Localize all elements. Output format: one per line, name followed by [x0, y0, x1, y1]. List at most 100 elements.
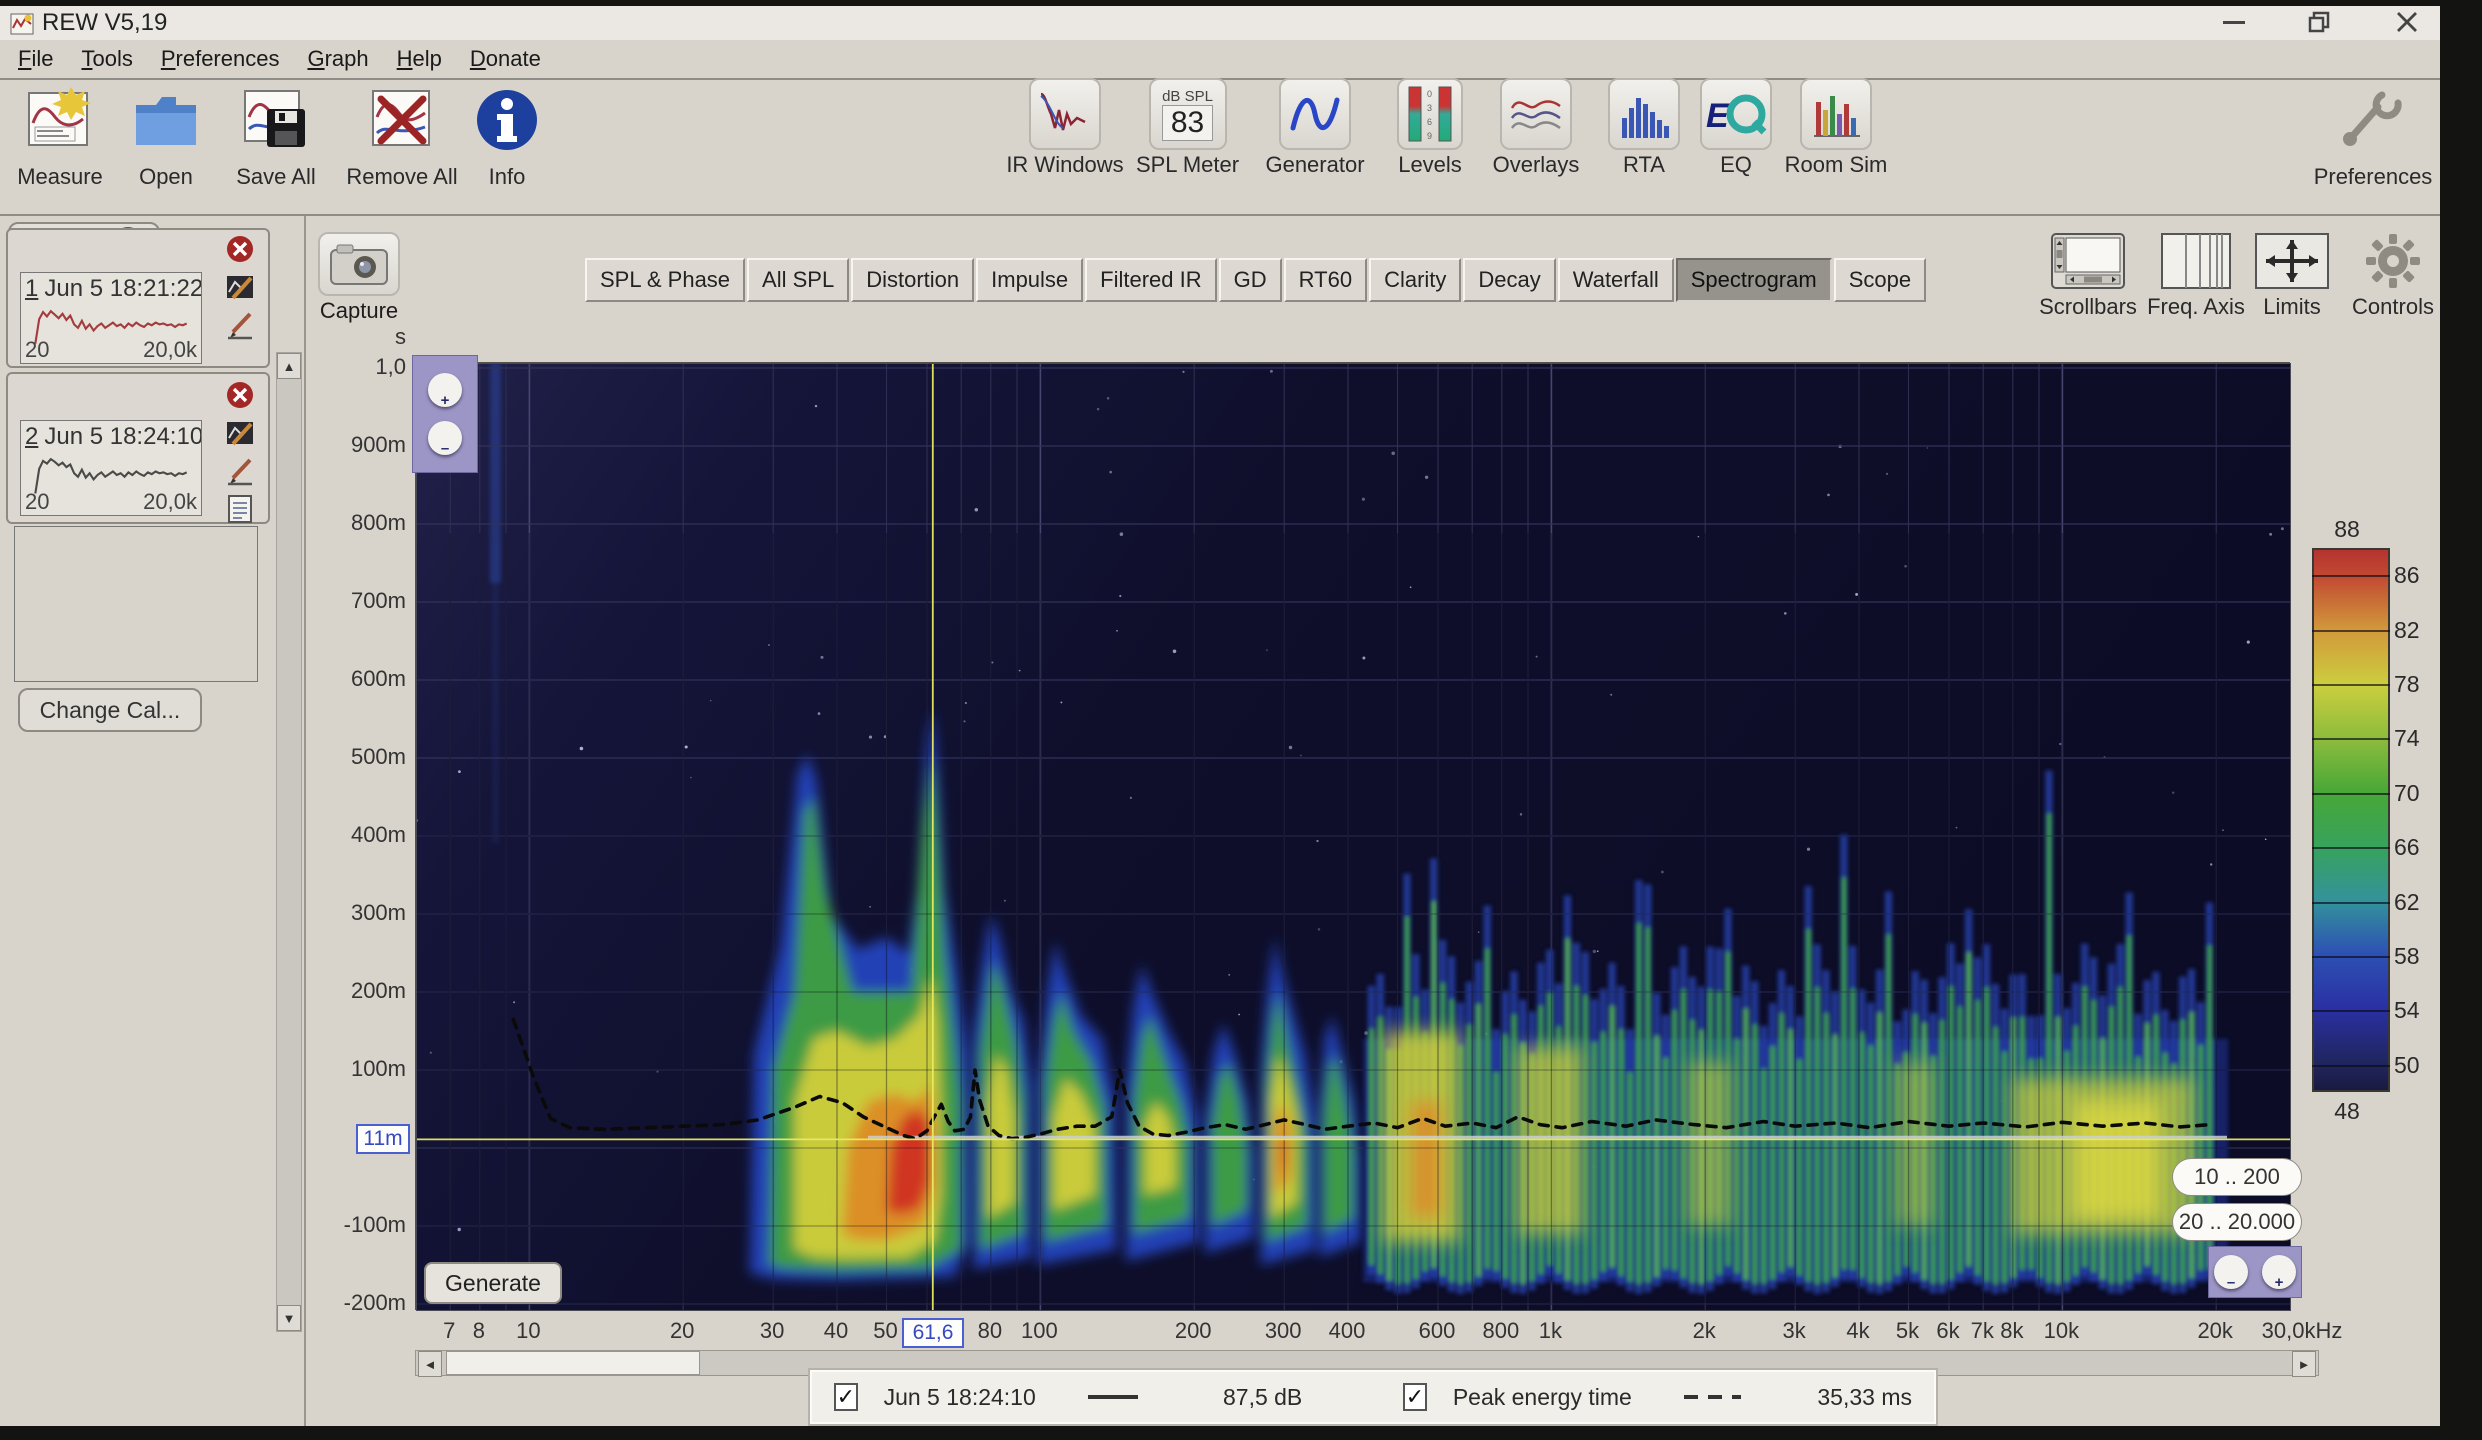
notes-icon[interactable] [225, 494, 255, 524]
x-tick-label: 3k [1783, 1318, 1806, 1344]
generator-button[interactable]: Generator [1255, 78, 1375, 212]
colorbar-tick-label: 78 [2394, 671, 2420, 698]
colorbar-tick-line [2312, 738, 2390, 740]
scroll-right-icon[interactable]: ► [2292, 1351, 2316, 1377]
y-axis-unit: s [330, 324, 406, 350]
tab-impulse[interactable]: Impulse [976, 258, 1083, 302]
spectrogram-plot[interactable] [415, 362, 2290, 1310]
app-window: REW V5,19 FileToolsPreferencesGraphHelpD… [0, 6, 2440, 1426]
wrench-icon [2334, 78, 2412, 162]
tab-clarity[interactable]: Clarity [1369, 258, 1461, 302]
freq-range-button[interactable]: 20 .. 20.000 [2172, 1203, 2302, 1241]
save-all-button[interactable]: Save All [224, 78, 328, 212]
menu-donate[interactable]: Donate [456, 42, 555, 76]
tab-rt60[interactable]: RT60 [1284, 258, 1367, 302]
menu-graph[interactable]: Graph [293, 42, 382, 76]
pencil-icon[interactable] [225, 310, 255, 340]
edit-graph-icon[interactable] [225, 272, 255, 302]
tab-all-spl[interactable]: All SPL [747, 258, 849, 302]
tab-decay[interactable]: Decay [1463, 258, 1555, 302]
room-sim-button[interactable]: Room Sim [1784, 78, 1888, 212]
colorbar-tick-line [2312, 684, 2390, 686]
colorbar-tick-label: 66 [2394, 834, 2420, 861]
scrollbars-button[interactable]: Scrollbars [2040, 232, 2136, 320]
pencil-icon[interactable] [225, 456, 255, 486]
x-tick-label: 400 [1329, 1318, 1366, 1344]
y-zoom-panel: + – [412, 355, 478, 473]
freq-cursor-readout[interactable]: 61,6 [902, 1318, 964, 1348]
save-icon [237, 78, 315, 162]
ir-windows-button[interactable]: IR Windows [1002, 78, 1128, 212]
edit-graph-icon[interactable] [225, 418, 255, 448]
y-tick-label: 500m [330, 744, 406, 770]
freq-axis-button[interactable]: Freq. Axis [2146, 232, 2246, 320]
preferences-button[interactable]: Preferences [2310, 78, 2436, 212]
graph-tabs: SPL & PhaseAll SPLDistortionImpulseFilte… [585, 258, 1928, 302]
generator-icon [1279, 78, 1351, 150]
generate-button[interactable]: Generate [424, 1262, 562, 1304]
tab-filtered-ir[interactable]: Filtered IR [1085, 258, 1216, 302]
zoom-out-button[interactable]: – [428, 421, 462, 455]
tab-waterfall[interactable]: Waterfall [1558, 258, 1674, 302]
restore-button[interactable] [2290, 6, 2348, 38]
zoom-in-button[interactable]: + [428, 373, 462, 407]
scroll-down-icon[interactable]: ▼ [277, 1305, 301, 1331]
menu-file[interactable]: File [4, 42, 67, 76]
tab-spectrogram[interactable]: Spectrogram [1676, 258, 1832, 302]
capture-button[interactable] [318, 232, 400, 296]
measurement-checkbox[interactable]: ✓ [834, 1383, 858, 1411]
x-tick-label: 100 [1021, 1318, 1058, 1344]
tab-gd[interactable]: GD [1219, 258, 1282, 302]
tab-spl-phase[interactable]: SPL & Phase [585, 258, 745, 302]
overlays-button[interactable]: Overlays [1480, 78, 1592, 212]
controls-button[interactable]: Controls [2348, 232, 2438, 320]
levels-button[interactable]: 0369 Levels [1385, 78, 1475, 212]
delete-measurement-icon[interactable] [225, 234, 255, 264]
scroll-left-icon[interactable]: ◄ [418, 1351, 442, 1377]
measurement-card-1[interactable]: 1Jun 5 18:21:22 2020,0k [6, 228, 270, 368]
zoom-out-button[interactable]: – [2214, 1255, 2248, 1289]
delete-measurement-icon[interactable] [225, 380, 255, 410]
open-button[interactable]: Open [118, 78, 214, 212]
menu-tools[interactable]: Tools [67, 42, 146, 76]
menu-help[interactable]: Help [383, 42, 456, 76]
measurements-panel: Expand » 1Jun 5 18:21:22 2020,0k [0, 216, 306, 1426]
colorbar-tick-label: 70 [2394, 780, 2420, 807]
peak-energy-checkbox[interactable]: ✓ [1403, 1383, 1427, 1411]
time-range-button[interactable]: 10 .. 200 [2172, 1158, 2302, 1196]
x-tick-label: 600 [1419, 1318, 1456, 1344]
x-tick-label: 20 [670, 1318, 694, 1344]
x-tick-label: 7 [443, 1318, 455, 1344]
close-button[interactable] [2378, 6, 2436, 38]
photo-of-screen: { "window": { "title": "REW V5,19" }, "m… [0, 0, 2482, 1440]
info-button[interactable]: Info [474, 78, 540, 212]
x-axis-end-label: 30,0kHz [2262, 1318, 2343, 1344]
colorbar-tick-line [2312, 1065, 2390, 1067]
svg-text:E: E [1706, 97, 1730, 135]
minimize-button[interactable] [2205, 6, 2263, 38]
colorbar-tick-label: 58 [2394, 943, 2420, 970]
change-cal-button[interactable]: Change Cal... [18, 688, 202, 732]
scroll-up-icon[interactable]: ▲ [277, 353, 301, 379]
y-tick-label: 400m [330, 822, 406, 848]
limits-button[interactable]: Limits [2252, 232, 2332, 320]
zoom-in-button[interactable]: + [2262, 1255, 2296, 1289]
eq-button[interactable]: E EQ [1696, 78, 1776, 212]
rta-button[interactable]: RTA [1602, 78, 1686, 212]
time-cursor-readout[interactable]: 11m [356, 1124, 410, 1154]
colorbar-min-label: 48 [2308, 1098, 2386, 1125]
tab-scope[interactable]: Scope [1834, 258, 1926, 302]
menu-preferences[interactable]: Preferences [147, 42, 294, 76]
tab-distortion[interactable]: Distortion [851, 258, 974, 302]
capture-label: Capture [318, 298, 400, 324]
y-tick-label: 1,0 [330, 354, 406, 380]
measurement-card-2[interactable]: 2Jun 5 18:24:10 2020,0k [6, 372, 270, 524]
x-tick-label: 80 [978, 1318, 1002, 1344]
remove-all-button[interactable]: Remove All [338, 78, 466, 212]
sidebar-scrollbar[interactable]: ▲ ▼ [276, 352, 302, 1332]
scrollbar-thumb[interactable] [446, 1351, 700, 1375]
x-tick-label: 7k [1971, 1318, 1994, 1344]
measure-button[interactable]: Measure [10, 78, 110, 212]
spl-meter-button[interactable]: dB SPL 83 SPL Meter [1130, 78, 1245, 212]
colorbar-max-label: 88 [2308, 516, 2386, 543]
